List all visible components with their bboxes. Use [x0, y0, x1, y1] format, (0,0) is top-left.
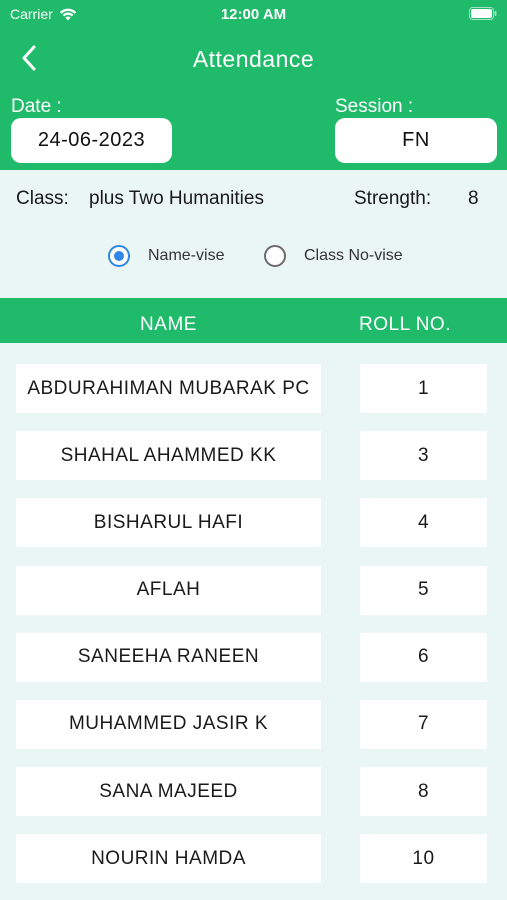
status-time: 12:00 AM: [220, 6, 287, 23]
student-name: SANA MAJEED: [16, 767, 321, 817]
radio-label: Name-vise: [148, 247, 225, 264]
radio-checked-icon[interactable]: [108, 245, 130, 267]
status-bar: Carrier 12:00 AM: [0, 0, 507, 28]
radio-class-no-vise[interactable]: Class No-vise: [264, 245, 403, 267]
date-field[interactable]: 24-06-2023: [11, 118, 172, 163]
header-bar: Carrier 12:00 AM Attendance Date: Sessi…: [0, 0, 507, 170]
table-row[interactable]: SANA MAJEED 8: [0, 767, 507, 834]
student-name: AFLAH: [16, 565, 321, 615]
page-title: Attendance: [192, 46, 315, 72]
date-label: Date :: [11, 96, 62, 117]
table-row[interactable]: AFLAH 5: [0, 565, 507, 633]
radio-name-vise[interactable]: Name-vise: [108, 245, 224, 267]
roll-number: 3: [360, 431, 487, 481]
battery-icon: [469, 7, 497, 20]
roll-number: 7: [360, 699, 487, 749]
student-name: BISHARUL HAFI: [16, 498, 321, 548]
table-row[interactable]: MUHAMMED JASIR K 7: [0, 699, 507, 767]
sort-radio-group: Name-vise Class No-vise: [0, 245, 507, 271]
roll-number: 10: [360, 834, 487, 884]
student-name: MUHAMMED JASIR K: [16, 699, 321, 749]
class-value: plus Two Humanities: [89, 188, 264, 209]
roll-number: 5: [360, 565, 487, 615]
student-name: SHAHAL AHAMMED KK: [16, 431, 321, 481]
column-header-name: NAME: [140, 314, 197, 335]
table-row[interactable]: SHAHAL AHAMMED KK 3: [0, 431, 507, 498]
roll-number: 1: [360, 364, 487, 413]
class-info-row: Class: plus Two Humanities Strength: 8: [0, 188, 507, 216]
student-list: ABDURAHIMAN MUBARAK PC 1 SHAHAL AHAMMED …: [0, 364, 507, 900]
roll-number: 4: [360, 498, 487, 548]
column-header-roll: ROLL NO.: [359, 314, 451, 335]
radio-unchecked-icon[interactable]: [264, 245, 286, 267]
table-row[interactable]: NOURIN HAMDA 10: [0, 834, 507, 900]
table-header: NAME ROLL NO.: [0, 298, 507, 343]
session-label: Session :: [335, 96, 414, 117]
radio-label: Class No-vise: [304, 247, 403, 264]
strength-label: Strength:: [354, 188, 432, 209]
student-name: SANEEHA RANEEN: [16, 632, 321, 682]
table-row[interactable]: ABDURAHIMAN MUBARAK PC 1: [0, 364, 507, 431]
student-name: NOURIN HAMDA: [16, 834, 321, 884]
strength-value: 8: [468, 188, 479, 209]
class-label: Class:: [16, 188, 69, 209]
table-row[interactable]: BISHARUL HAFI 4: [0, 498, 507, 565]
table-row[interactable]: SANEEHA RANEEN 6: [0, 632, 507, 700]
roll-number: 8: [360, 767, 487, 817]
student-name: ABDURAHIMAN MUBARAK PC: [16, 364, 321, 413]
session-field[interactable]: FN: [335, 118, 497, 163]
roll-number: 6: [360, 632, 487, 682]
